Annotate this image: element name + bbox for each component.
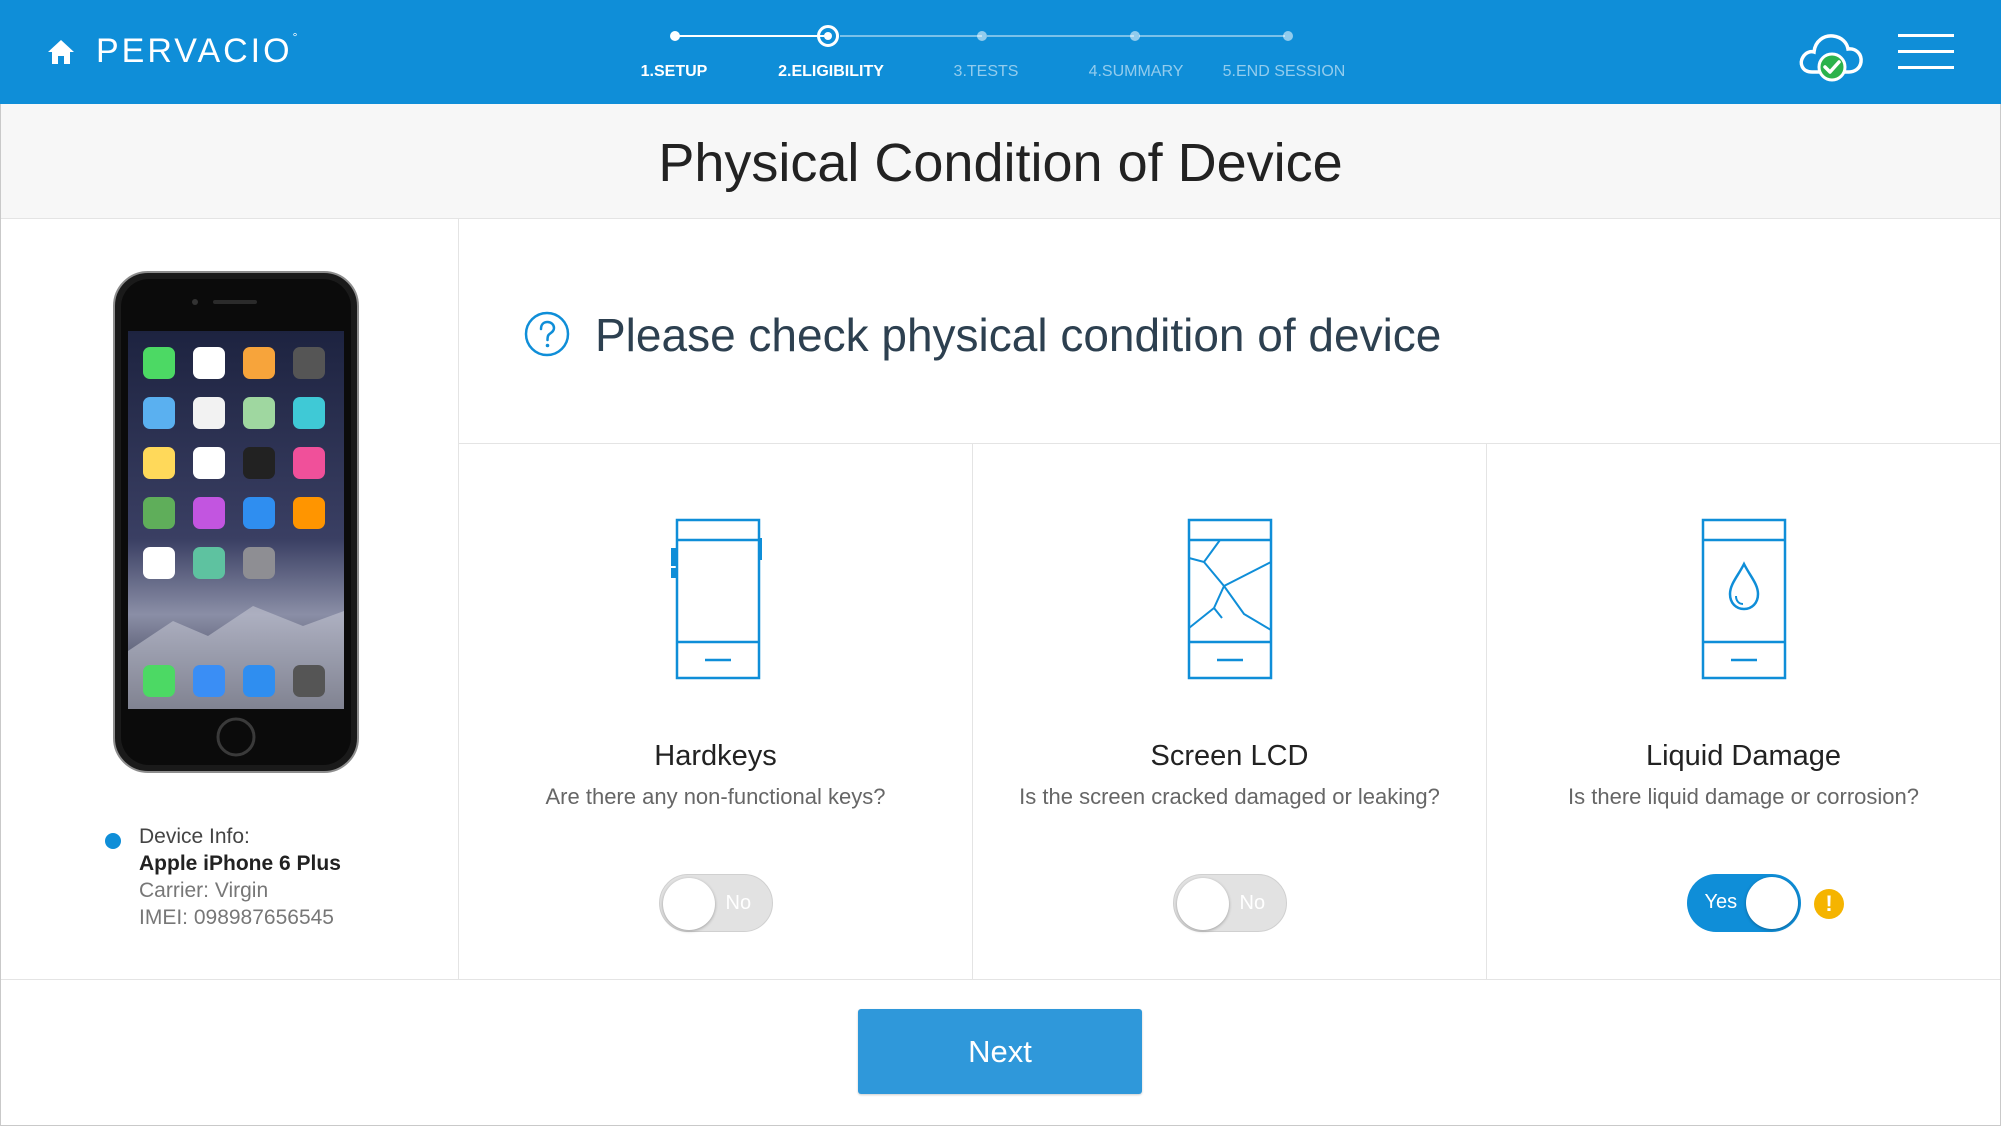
phone-hardkeys-icon [670, 518, 762, 680]
liquid-damage-toggle[interactable]: Yes [1686, 874, 1801, 932]
check-subtitle: Is there liquid damage or corrosion? [1568, 784, 1919, 809]
step-dot-tests [977, 31, 987, 41]
next-button[interactable]: Next [858, 1009, 1142, 1094]
page-title: Physical Condition of Device [658, 133, 1343, 193]
step-summary[interactable]: 4.SUMMARY [1089, 63, 1184, 81]
device-model: Apple iPhone 6 Plus [139, 852, 341, 875]
check-subtitle: Are there any non-functional keys? [545, 784, 886, 809]
home-icon[interactable] [46, 38, 76, 66]
check-title: Hardkeys [654, 740, 777, 772]
check-card-hardkeys: Hardkeys Are there any non-functional ke… [459, 444, 972, 979]
top-bar: PERVACIO° 1.SETUP 2.ELIGIBILITY 3.TESTS … [0, 0, 2001, 104]
device-panel: Device Info: Apple iPhone 6 Plus Carrier… [1, 219, 459, 979]
progress-line-2 [840, 35, 982, 37]
progress-line-4 [1139, 35, 1285, 37]
check-title: Screen LCD [1150, 740, 1309, 772]
question-text: Please check physical condition of devic… [595, 309, 1442, 361]
progress-line-3 [987, 35, 1134, 37]
step-setup[interactable]: 1.SETUP [641, 63, 708, 81]
step-dot-end-session [1283, 31, 1293, 41]
brand-name: PERVACIO [96, 32, 293, 70]
device-info-heading: Device Info: [139, 825, 250, 848]
toggle-knob [1745, 877, 1798, 929]
check-subtitle: Is the screen cracked damaged or leaking… [1019, 784, 1440, 809]
progress-line-1 [676, 35, 828, 37]
screen-lcd-toggle[interactable]: No [1172, 874, 1287, 932]
step-eligibility[interactable]: 2.ELIGIBILITY [778, 63, 884, 81]
hardkeys-toggle[interactable]: No [658, 874, 773, 932]
step-end-session[interactable]: 5.END SESSION [1223, 63, 1346, 81]
device-info-text: Device Info: Apple iPhone 6 Plus Carrier… [139, 823, 439, 931]
toggle-knob [662, 878, 715, 930]
info-bullet [105, 833, 121, 849]
toggle-label: No [1239, 892, 1266, 914]
question-icon [524, 311, 570, 357]
step-dot-eligibility [817, 25, 839, 47]
brand-logo: PERVACIO° [96, 30, 298, 71]
cloud-check-icon[interactable] [1796, 26, 1866, 84]
iphone-image [113, 271, 359, 773]
toggle-label: Yes [1704, 891, 1738, 913]
brand-mark: ° [292, 30, 298, 44]
toggle-knob [1176, 878, 1229, 930]
step-tests[interactable]: 3.TESTS [954, 63, 1019, 81]
check-card-screen-lcd: Screen LCD Is the screen cracked damaged… [973, 444, 1486, 979]
title-bar: Physical Condition of Device [1, 104, 2000, 219]
warning-icon: ! [1814, 889, 1844, 919]
step-dot-summary [1130, 31, 1140, 41]
toggle-label: No [725, 892, 752, 914]
step-dot-setup [670, 31, 680, 41]
hamburger-menu-icon[interactable] [1898, 34, 1954, 70]
phone-liquid-damage-icon [1701, 518, 1786, 680]
check-card-liquid-damage: Liquid Damage Is there liquid damage or … [1487, 444, 2000, 979]
grid-divider-bottom [1, 979, 2000, 980]
phone-cracked-screen-icon [1187, 518, 1272, 680]
check-title: Liquid Damage [1645, 740, 1842, 772]
device-carrier: Carrier: Virgin [139, 879, 269, 902]
device-imei: IMEI: 098987656545 [139, 906, 334, 929]
